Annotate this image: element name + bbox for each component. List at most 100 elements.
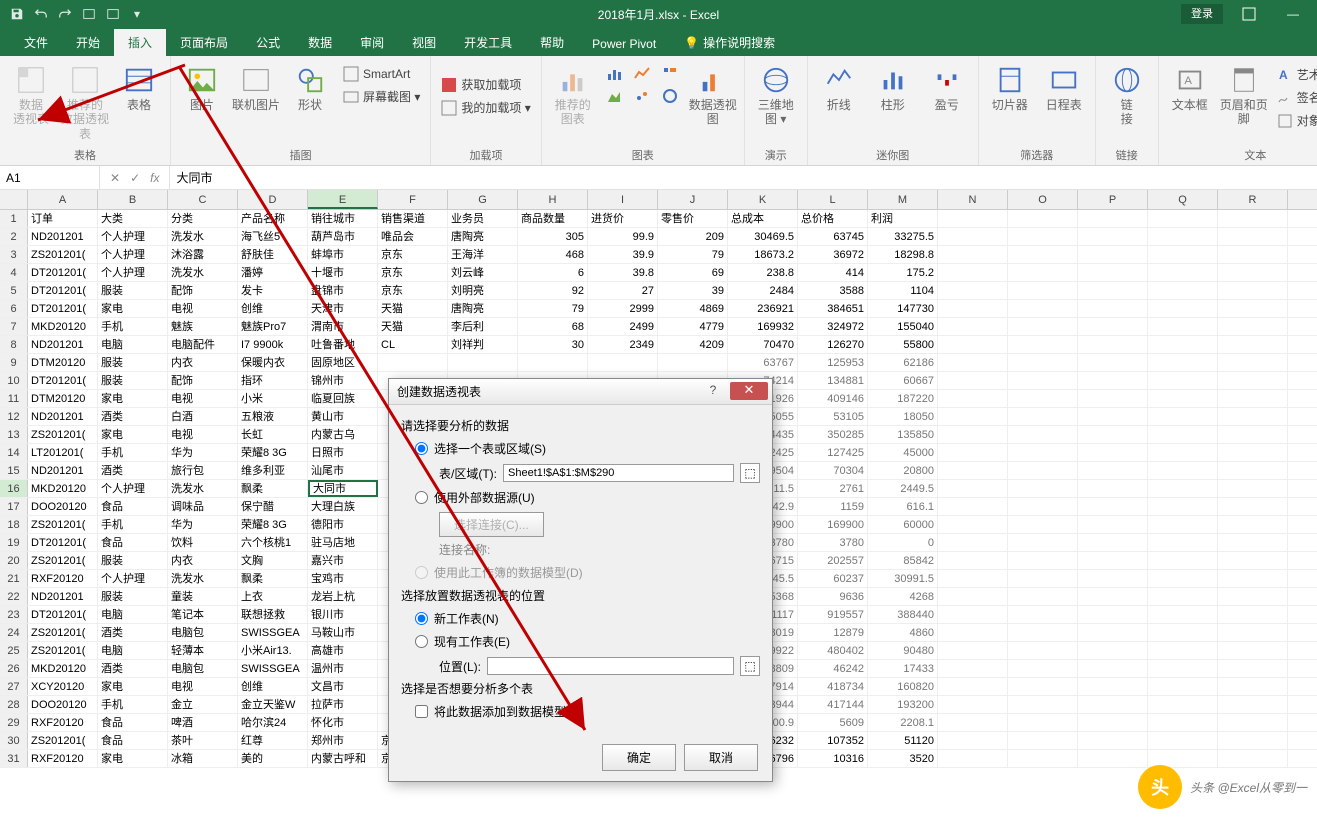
row-header[interactable]: 23 xyxy=(0,606,28,623)
column-header[interactable]: L xyxy=(798,190,868,209)
cell[interactable]: 盘锦市 xyxy=(308,282,378,299)
row-header[interactable]: 1 xyxy=(0,210,28,227)
column-header[interactable]: P xyxy=(1078,190,1148,209)
cell[interactable]: SWISSGEA xyxy=(238,624,308,641)
cell[interactable]: 39 xyxy=(658,282,728,299)
cell[interactable]: 酒类 xyxy=(98,660,168,677)
row-header[interactable]: 19 xyxy=(0,534,28,551)
cell[interactable]: 169932 xyxy=(728,318,798,335)
cell[interactable]: 服装 xyxy=(98,552,168,569)
cell[interactable]: 99.9 xyxy=(588,228,658,245)
cell[interactable]: 384651 xyxy=(798,300,868,317)
cell[interactable]: 家电 xyxy=(98,426,168,443)
cell[interactable]: 3520 xyxy=(868,750,938,767)
screenshot-button[interactable]: 屏幕截图 ▾ xyxy=(339,86,424,107)
cell[interactable]: 480402 xyxy=(798,642,868,659)
cell[interactable]: 手机 xyxy=(98,444,168,461)
cell[interactable]: 92 xyxy=(518,282,588,299)
cell[interactable]: 华为 xyxy=(168,444,238,461)
range-input[interactable] xyxy=(503,464,734,482)
cell[interactable]: 2484 xyxy=(728,282,798,299)
dialog-help-icon[interactable]: ? xyxy=(702,382,724,400)
cell[interactable]: 85842 xyxy=(868,552,938,569)
cell[interactable]: 4268 xyxy=(868,588,938,605)
cell[interactable]: 洗发水 xyxy=(168,570,238,587)
cell[interactable]: ZS201201( xyxy=(28,426,98,443)
header-cell[interactable]: 分类 xyxy=(168,210,238,227)
cell[interactable]: 舒肤佳 xyxy=(238,246,308,263)
header-footer-button[interactable]: 页眉和页脚 xyxy=(1219,60,1269,127)
cell[interactable]: I7 9900k xyxy=(238,336,308,353)
range-picker-icon[interactable]: ⬚ xyxy=(740,463,760,483)
row-header[interactable]: 27 xyxy=(0,678,28,695)
cell[interactable]: 3780 xyxy=(798,534,868,551)
cell[interactable]: 53105 xyxy=(798,408,868,425)
cell[interactable]: 2208.1 xyxy=(868,714,938,731)
cell[interactable]: DT201201( xyxy=(28,300,98,317)
cell[interactable]: 175.2 xyxy=(868,264,938,281)
cell[interactable]: 125953 xyxy=(798,354,868,371)
cell[interactable]: 小米Air13. xyxy=(238,642,308,659)
cell[interactable]: 1104 xyxy=(868,282,938,299)
cell[interactable]: MKD20120 xyxy=(28,318,98,335)
cell[interactable]: 2349 xyxy=(588,336,658,353)
cell[interactable]: 418734 xyxy=(798,678,868,695)
cell[interactable]: 70304 xyxy=(798,462,868,479)
cell[interactable]: 2999 xyxy=(588,300,658,317)
cell[interactable]: 调味品 xyxy=(168,498,238,515)
recommended-charts-button[interactable]: 推荐的 图表 xyxy=(548,60,598,127)
row-header[interactable]: 28 xyxy=(0,696,28,713)
enter-formula-icon[interactable]: ✓ xyxy=(126,171,144,185)
cell[interactable]: 电脑 xyxy=(98,336,168,353)
cell[interactable]: 9636 xyxy=(798,588,868,605)
signature-button[interactable]: 签名行 ▾ xyxy=(1273,87,1317,108)
tab-help[interactable]: 帮助 xyxy=(526,29,578,56)
save-icon[interactable] xyxy=(6,3,28,25)
cell[interactable]: 服装 xyxy=(98,282,168,299)
cell[interactable] xyxy=(378,354,448,371)
cell[interactable]: 388440 xyxy=(868,606,938,623)
cell[interactable]: 服装 xyxy=(98,372,168,389)
cell[interactable]: 27 xyxy=(588,282,658,299)
cell[interactable]: 90480 xyxy=(868,642,938,659)
cell[interactable]: 笔记本 xyxy=(168,606,238,623)
cell[interactable]: CL xyxy=(378,336,448,353)
cell[interactable]: 怀化市 xyxy=(308,714,378,731)
cell[interactable]: 18298.8 xyxy=(868,246,938,263)
cell[interactable]: 107352 xyxy=(798,732,868,749)
cell[interactable]: 魅族 xyxy=(168,318,238,335)
column-header[interactable]: O xyxy=(1008,190,1078,209)
cell[interactable]: 唐陶亮 xyxy=(448,300,518,317)
cell[interactable]: 70470 xyxy=(728,336,798,353)
cell[interactable]: 蚌埠市 xyxy=(308,246,378,263)
chart-type-icon[interactable] xyxy=(658,64,684,84)
cell[interactable]: 409146 xyxy=(798,390,868,407)
cell[interactable]: 18050 xyxy=(868,408,938,425)
cell[interactable] xyxy=(518,354,588,371)
cell[interactable]: 白酒 xyxy=(168,408,238,425)
cell[interactable]: 468 xyxy=(518,246,588,263)
cell[interactable]: 金立 xyxy=(168,696,238,713)
cell[interactable]: 45000 xyxy=(868,444,938,461)
row-header[interactable]: 25 xyxy=(0,642,28,659)
option-existing-sheet[interactable]: 现有工作表(E) xyxy=(415,633,760,650)
online-pictures-button[interactable]: 联机图片 xyxy=(231,60,281,112)
cell[interactable]: 长虹 xyxy=(238,426,308,443)
ribbon-options-icon[interactable] xyxy=(1231,0,1267,28)
cell[interactable]: 0 xyxy=(868,534,938,551)
row-header[interactable]: 12 xyxy=(0,408,28,425)
cell[interactable]: 临夏回族 xyxy=(308,390,378,407)
formula-bar[interactable] xyxy=(169,166,1317,189)
cell[interactable]: 10316 xyxy=(798,750,868,767)
cell[interactable]: 手机 xyxy=(98,696,168,713)
cell[interactable]: SWISSGEA xyxy=(238,660,308,677)
chart-type-icon[interactable] xyxy=(602,64,628,84)
cell[interactable]: 华为 xyxy=(168,516,238,533)
cell[interactable]: 414 xyxy=(798,264,868,281)
cell[interactable]: 12879 xyxy=(798,624,868,641)
cell[interactable]: 内蒙古呼和 xyxy=(308,750,378,767)
column-header[interactable]: G xyxy=(448,190,518,209)
cell[interactable]: 134881 xyxy=(798,372,868,389)
cell[interactable]: 手机 xyxy=(98,318,168,335)
cell[interactable]: 417144 xyxy=(798,696,868,713)
